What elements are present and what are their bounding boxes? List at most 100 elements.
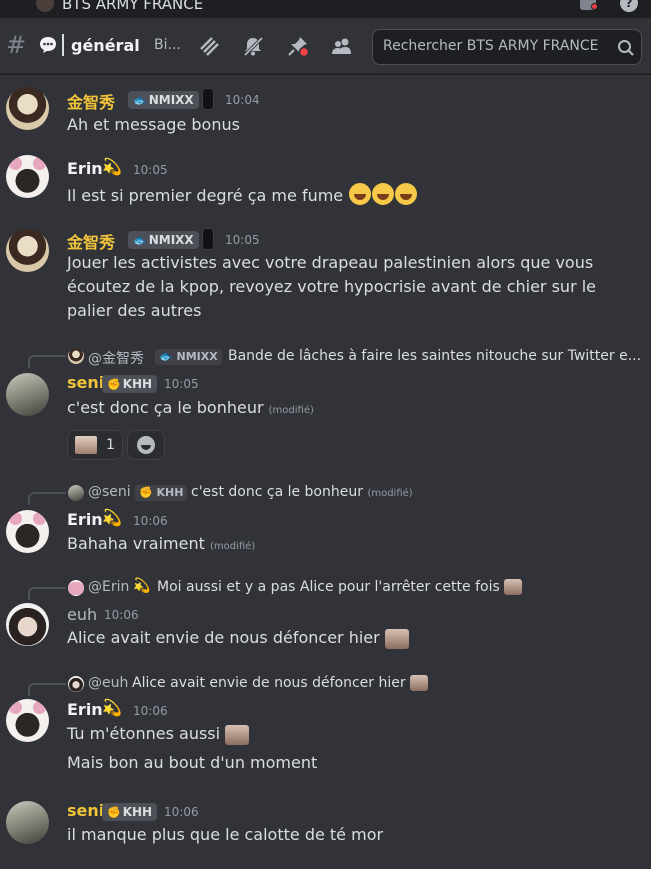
tag-icon: ✊ xyxy=(107,806,121,819)
timestamp[interactable]: 10:06 xyxy=(133,704,168,718)
sticker-emoji-icon xyxy=(410,675,429,691)
message-text: Tu m'étonnes aussi xyxy=(67,722,250,746)
timestamp[interactable]: 10:06 xyxy=(164,805,199,819)
channel-header: # général Bi... Rechercher BTS ARMY FRAN… xyxy=(0,18,651,74)
message-text: Alice avait envie de nous défoncer hier xyxy=(67,626,409,650)
reply-connector xyxy=(28,492,66,505)
reply-preview-text[interactable]: Alice avait envie de nous défoncer hier xyxy=(132,675,429,691)
reply-avatar[interactable] xyxy=(68,485,84,501)
search-icon[interactable] xyxy=(617,39,635,57)
tag-icon: 🐟 xyxy=(133,234,147,247)
reply-connector xyxy=(28,683,66,696)
reply-preview-text[interactable]: Moi aussi et y a pas Alice pour l'arrête… xyxy=(157,579,523,595)
message[interactable]: Erin 💫 10:05 Il est si premier degré ça … xyxy=(0,151,651,211)
message-text: Mais bon au bout d'un moment xyxy=(67,753,318,772)
avatar[interactable] xyxy=(6,801,49,844)
author-name[interactable]: 金智秀 xyxy=(67,229,115,253)
pinned-icon[interactable] xyxy=(287,35,309,57)
message[interactable]: @euh Alice avait envie de nous défoncer … xyxy=(0,671,651,781)
edited-label: (modifié) xyxy=(210,541,256,552)
reply-preview-text[interactable]: Bande de lâches à faire les saintes nito… xyxy=(228,348,641,364)
timestamp[interactable]: 10:05 xyxy=(164,377,199,391)
edited-label: (modifié) xyxy=(268,405,314,416)
title-bar: BTS ARMY FRANCE ? xyxy=(0,0,651,18)
reaction-chip[interactable]: 1 xyxy=(67,430,123,460)
server-icon[interactable] xyxy=(36,0,54,12)
sparkle-badge-icon: 💫 xyxy=(102,698,122,717)
search-input[interactable]: Rechercher BTS ARMY FRANCE xyxy=(372,29,642,65)
message[interactable]: seni ✊ KHH 10:06 il manque plus que le ca… xyxy=(0,793,651,863)
avatar[interactable] xyxy=(6,603,49,646)
message[interactable]: 金智秀 🐟 NMIXX 10:05 Jouer les activistes av… xyxy=(0,223,651,323)
channel-name: général xyxy=(71,36,140,55)
reply-connector xyxy=(28,587,66,600)
role-tag[interactable]: 🐟 NMIXX xyxy=(128,231,199,249)
author-name[interactable]: Erin xyxy=(67,159,103,178)
author-name[interactable]: seni xyxy=(67,373,104,392)
reaction-emoji-icon xyxy=(75,436,97,454)
reply-avatar[interactable] xyxy=(68,348,84,364)
server-name[interactable]: BTS ARMY FRANCE xyxy=(62,0,203,13)
reply-connector xyxy=(28,355,66,368)
reply-avatar[interactable] xyxy=(68,580,84,596)
reply-preview-text[interactable]: c'est donc ça le bonheur (modifié) xyxy=(191,484,413,500)
reply-author[interactable]: @金智秀 xyxy=(88,348,144,368)
author-name[interactable]: seni xyxy=(67,801,104,820)
rofl-emoji-icon[interactable] xyxy=(372,183,395,205)
timestamp[interactable]: 10:05 xyxy=(133,163,168,177)
message-text: c'est donc ça le bonheur (modifié) xyxy=(67,398,314,417)
avatar[interactable] xyxy=(6,699,49,742)
avatar[interactable] xyxy=(6,373,49,416)
role-tag[interactable]: ✊ KHH xyxy=(102,803,158,821)
timestamp[interactable]: 10:06 xyxy=(104,608,139,622)
message-list[interactable]: 金智秀 🐟 NMIXX 10:04 Ah et message bonus Eri… xyxy=(0,75,651,869)
reply-avatar[interactable] xyxy=(68,676,84,692)
tag-icon: ✊ xyxy=(107,378,121,391)
device-badge xyxy=(202,228,214,250)
tag-icon: 🐟 xyxy=(133,94,147,107)
message[interactable]: @seni ✊ KHH c'est donc ça le bonheur (mo… xyxy=(0,480,651,560)
timestamp[interactable]: 10:04 xyxy=(225,93,260,107)
sticker-emoji-icon[interactable] xyxy=(225,724,250,745)
author-name[interactable]: Erin xyxy=(67,700,103,719)
reply-author[interactable]: @euh xyxy=(88,675,128,691)
sparkle-badge-icon: 💫 xyxy=(102,508,122,527)
reply-author[interactable]: @Erin xyxy=(88,579,129,595)
timestamp[interactable]: 10:06 xyxy=(133,514,168,528)
author-name[interactable]: Erin xyxy=(67,510,103,529)
message[interactable]: @Erin 💫 Moi aussi et y a pas Alice pour … xyxy=(0,575,651,655)
threads-icon[interactable] xyxy=(198,35,220,57)
mute-bell-icon[interactable] xyxy=(242,35,264,57)
avatar[interactable] xyxy=(6,229,49,272)
notification-dot xyxy=(591,3,598,10)
avatar[interactable] xyxy=(6,155,49,198)
reply-role-tag: ✊ KHH xyxy=(135,485,188,501)
search-placeholder: Rechercher BTS ARMY FRANCE xyxy=(383,38,599,54)
role-tag[interactable]: 🐟 NMIXX xyxy=(128,91,199,109)
role-tag[interactable]: ✊ KHH xyxy=(102,375,158,393)
members-icon[interactable] xyxy=(331,35,353,57)
message-text: Ah et message bonus xyxy=(67,115,240,134)
message-text: Bahaha vraiment (modifié) xyxy=(67,534,256,553)
message[interactable]: @金智秀 🐟 NMIXX Bande de lâches à faire les… xyxy=(0,343,651,461)
reply-author[interactable]: @seni xyxy=(88,484,131,500)
sticker-emoji-icon[interactable] xyxy=(384,628,409,649)
timestamp[interactable]: 10:05 xyxy=(225,233,260,247)
add-reaction-button[interactable] xyxy=(127,430,165,460)
message-text: Jouer les activistes avec votre drapeau … xyxy=(67,253,597,320)
rofl-emoji-icon[interactable] xyxy=(395,183,418,205)
rofl-emoji-icon[interactable] xyxy=(349,183,372,205)
avatar[interactable] xyxy=(6,510,49,553)
message[interactable]: 金智秀 🐟 NMIXX 10:04 Ah et message bonus xyxy=(0,81,651,141)
help-icon[interactable]: ? xyxy=(620,0,638,12)
author-name[interactable]: euh xyxy=(67,605,97,624)
message-text: il manque plus que le calotte de té mor xyxy=(67,825,384,844)
author-name[interactable]: 金智秀 xyxy=(67,89,115,113)
sparkle-badge-icon: 💫 xyxy=(102,157,122,176)
sticker-emoji-icon xyxy=(504,579,523,595)
smiley-icon xyxy=(137,436,155,454)
reaction-count: 1 xyxy=(106,437,115,453)
channel-hash-icon: # xyxy=(6,31,27,59)
channel-topic[interactable]: Bi... xyxy=(154,37,181,53)
avatar[interactable] xyxy=(6,87,49,130)
